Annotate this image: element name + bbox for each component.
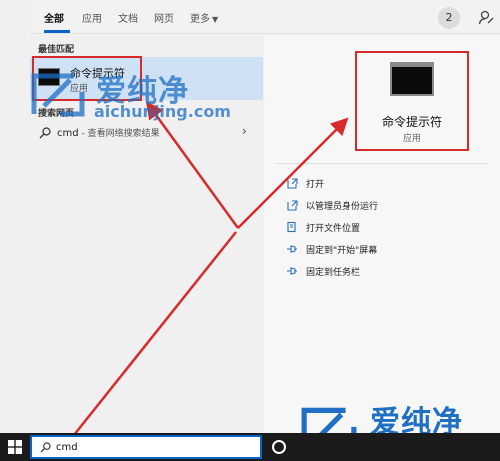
pin-icon (287, 267, 297, 275)
tab-apps[interactable]: 应用 (82, 10, 102, 25)
feedback-icon[interactable] (478, 9, 494, 25)
action-open-file-location[interactable]: 打开文件位置 (286, 219, 486, 237)
search-tab-bar: 全部 应用 文档 网页 更多 ▼ 2 (30, 0, 500, 34)
tab-web[interactable]: 网页 (154, 10, 174, 25)
web-search-query: cmd (57, 128, 79, 139)
rewards-badge[interactable]: 2 (438, 7, 460, 29)
action-run-as-admin[interactable]: 以管理员身份运行 (286, 197, 486, 215)
action-open-file-location-label: 打开文件位置 (306, 224, 361, 234)
action-pin-to-taskbar-label: 固定到任务栏 (306, 268, 361, 278)
open-icon (287, 178, 298, 189)
chevron-right-icon[interactable]: › (242, 124, 247, 138)
web-search-text: cmd - 查看网络搜索结果 (57, 126, 160, 139)
action-open[interactable]: 打开 (286, 175, 486, 193)
action-run-as-admin-label: 以管理员身份运行 (306, 202, 379, 212)
annotation-box-preview (355, 51, 469, 151)
caret-down-icon: ▼ (212, 15, 219, 24)
web-search-item[interactable]: cmd - 查看网络搜索结果 › (30, 122, 263, 144)
preview-divider (276, 163, 488, 164)
action-pin-to-taskbar[interactable]: 固定到任务栏 (286, 263, 486, 281)
taskbar-search-input[interactable] (56, 439, 256, 455)
action-open-label: 打开 (306, 180, 325, 190)
windows-start-icon[interactable] (8, 440, 22, 454)
action-pin-to-start-label: 固定到"开始"屏幕 (306, 246, 378, 256)
search-results-list: 最佳匹配 命令提示符 应用 搜索网页 cmd - 查看网络搜索结果 › (30, 35, 263, 433)
tab-documents[interactable]: 文档 (118, 10, 138, 25)
active-tab-indicator (44, 30, 70, 33)
pin-icon (287, 245, 297, 253)
best-match-heading: 最佳匹配 (38, 45, 75, 55)
taskbar-search-box[interactable] (30, 435, 262, 459)
tab-more[interactable]: 更多 ▼ (190, 10, 218, 25)
web-search-suffix: - 查看网络搜索结果 (78, 129, 160, 139)
cortana-icon[interactable] (272, 440, 286, 454)
search-icon (39, 127, 51, 139)
preview-pane: 命令提示符 应用 打开 以管理员身份运行 打开文件位置 固定到"开始"屏幕 固定… (264, 35, 500, 433)
file-location-icon (287, 221, 296, 233)
tab-more-label: 更多 (190, 14, 210, 25)
tab-all[interactable]: 全部 (44, 10, 64, 25)
action-pin-to-start[interactable]: 固定到"开始"屏幕 (286, 241, 486, 259)
annotation-box-best-match (32, 56, 142, 101)
search-icon (40, 442, 51, 453)
shield-admin-icon (287, 200, 298, 211)
web-search-heading: 搜索网页 (38, 109, 75, 119)
taskbar (0, 433, 500, 461)
